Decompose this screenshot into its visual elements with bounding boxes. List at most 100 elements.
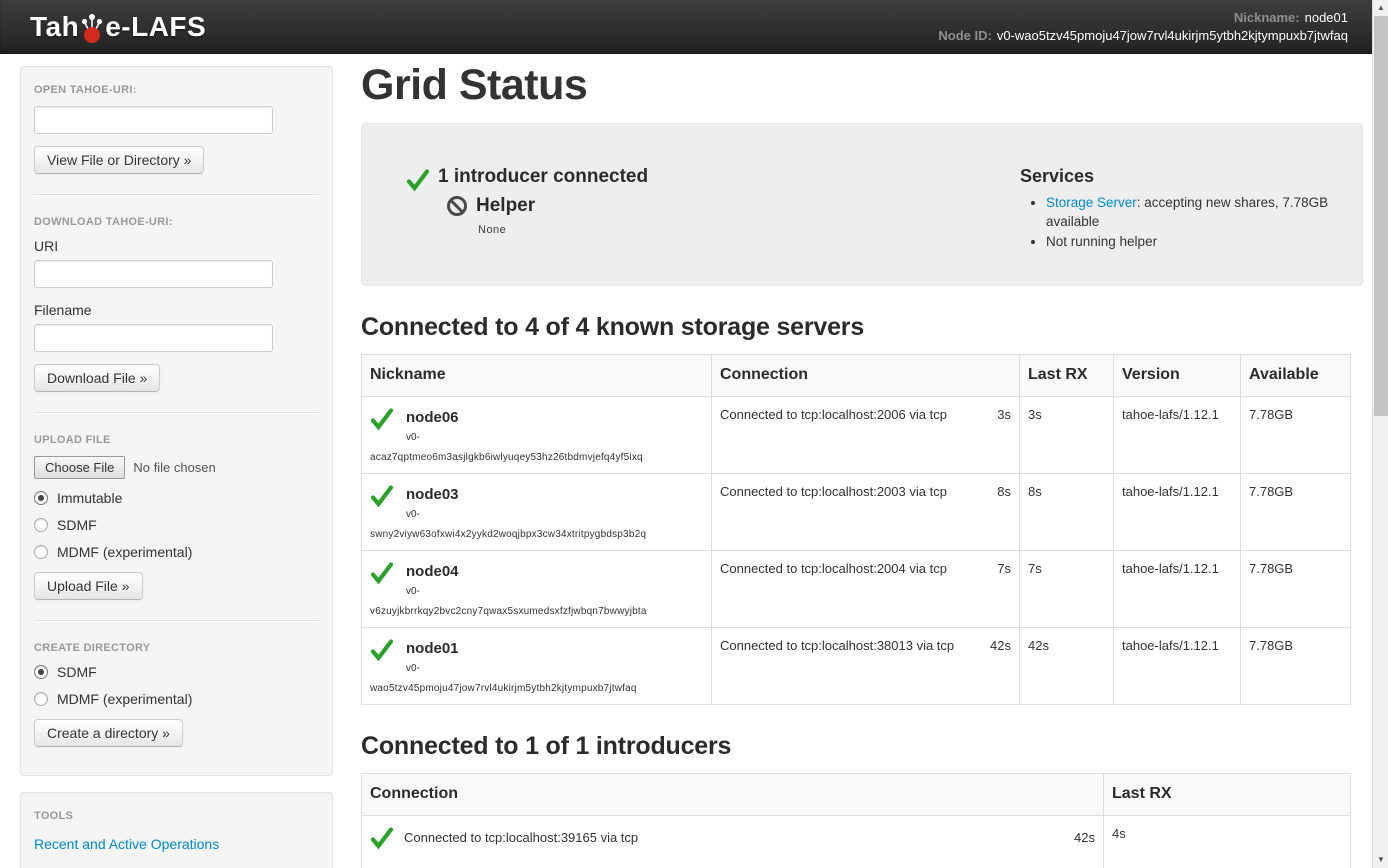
available-cell: 7.78GB (1241, 551, 1351, 628)
introducers-table: Connection Last RX Connected to tcp:loca… (361, 773, 1351, 868)
introducers-heading: Connected to 1 of 1 introducers (361, 732, 1363, 761)
upload-format-option-mdmf[interactable]: MDMF (experimental) (34, 544, 319, 560)
tahoe-lafs-page: Tah e-LAFS Nickname:node01 Node ID:v0-wa… (0, 0, 1388, 868)
download-file-button[interactable]: Download File » (34, 364, 160, 392)
last-rx-cell: 3s (1020, 397, 1114, 474)
services-title: Services (1020, 166, 1340, 187)
connection-text: Connected to tcp:localhost:2003 via tcp (720, 484, 947, 499)
node-id-prefix: v0- (406, 509, 703, 520)
scroll-up-arrow[interactable]: ▲ (1373, 0, 1388, 16)
radio-upload-mdmf[interactable] (34, 545, 48, 559)
helper-value: None (478, 224, 1020, 236)
col-header-connection: Connection (362, 774, 1104, 816)
table-row: Connected to tcp:localhost:39165 via tcp… (362, 816, 1351, 868)
top-header-bar: Tah e-LAFS Nickname:node01 Node ID:v0-wa… (0, 0, 1388, 54)
view-file-or-directory-button[interactable]: View File or Directory » (34, 146, 204, 174)
scroll-down-arrow[interactable]: ▼ (1373, 852, 1388, 868)
last-rx-cell: 42s (1020, 628, 1114, 705)
create-directory-button[interactable]: Create a directory » (34, 719, 183, 747)
radio-createdir-sdmf-label: SDMF (57, 664, 97, 680)
service-storage-item: Storage Server: accepting new shares, 7.… (1046, 193, 1340, 231)
radio-createdir-sdmf[interactable] (34, 665, 48, 679)
download-uri-input[interactable] (34, 260, 273, 288)
radio-createdir-mdmf[interactable] (34, 692, 48, 706)
node-id-value: v0-wao5tzv45pmoju47jow7rvl4ukirjm5ytbh2k… (997, 28, 1348, 43)
version-cell: tahoe-lafs/1.12.1 (1114, 628, 1241, 705)
vertical-scrollbar[interactable]: ▲ ▼ (1372, 0, 1388, 868)
radio-immutable[interactable] (34, 491, 48, 505)
storage-server-link[interactable]: Storage Server (1046, 195, 1137, 210)
logo-sprout-icon (80, 12, 104, 44)
connection-cell: Connected to tcp:localhost:2006 via tcp … (712, 397, 1020, 474)
connection-cell: Connected to tcp:localhost:2003 via tcp … (712, 474, 1020, 551)
col-header-last-rx: Last RX (1104, 774, 1351, 816)
services-list: Storage Server: accepting new shares, 7.… (1046, 193, 1340, 251)
grid-status-summary-panel: 1 introducer connected Helper None Servi… (361, 123, 1363, 286)
table-row: node06 v0- acaz7qptmeo6m3asjlgkb6iwlyuqe… (362, 397, 1351, 474)
nickname-cell: node03 v0- swny2viyw63ofxwi4x2yykd2woqjb… (362, 474, 712, 551)
choose-file-button[interactable]: Choose File (34, 456, 125, 479)
download-filename-input[interactable] (34, 324, 273, 352)
radio-immutable-label: Immutable (57, 490, 122, 506)
section-divider (34, 412, 319, 414)
node-nickname: node03 (406, 486, 459, 503)
col-header-version: Version (1114, 355, 1241, 397)
not-running-icon (447, 196, 467, 216)
uri-field-label: URI (34, 238, 319, 254)
create-directory-section-label: CREATE DIRECTORY (34, 642, 319, 654)
sidebar-forms-panel: OPEN TAHOE-URI: View File or Directory »… (20, 66, 333, 776)
tahoe-lafs-logo: Tah e-LAFS (30, 11, 206, 43)
upload-format-option-sdmf[interactable]: SDMF (34, 517, 319, 533)
open-uri-section-label: OPEN TAHOE-URI: (34, 84, 319, 96)
version-cell: tahoe-lafs/1.12.1 (1114, 551, 1241, 628)
open-uri-input[interactable] (34, 106, 273, 134)
tools-section-label: TOOLS (34, 810, 319, 822)
create-dir-option-mdmf[interactable]: MDMF (experimental) (34, 691, 319, 707)
helper-title: Helper (476, 195, 535, 217)
nickname-row: Nickname: node01 (938, 9, 1348, 27)
upload-file-button[interactable]: Upload File » (34, 572, 143, 600)
filename-field-label: Filename (34, 302, 319, 318)
check-icon (370, 561, 394, 585)
upload-file-section-label: UPLOAD FILE (34, 434, 319, 446)
nickname-label: Nickname: (1234, 10, 1300, 25)
recent-operations-link[interactable]: Recent and Active Operations (34, 836, 219, 852)
radio-upload-sdmf-label: SDMF (57, 517, 97, 533)
last-rx-cell: 7s (1020, 551, 1114, 628)
nickname-cell: node04 v0- v6zuyjkbrrkqy2bvc2cny7qwax5sx… (362, 551, 712, 628)
services-block: Services Storage Server: accepting new s… (1020, 166, 1342, 285)
radio-createdir-mdmf-label: MDMF (experimental) (57, 691, 192, 707)
introducer-table-header-row: Connection Last RX (362, 774, 1351, 816)
introducer-status-line: 1 introducer connected (406, 166, 1020, 192)
col-header-nickname: Nickname (362, 355, 712, 397)
helper-status-block: Helper None (447, 195, 1020, 236)
last-rx-cell: 4s (1104, 816, 1351, 868)
node-nickname: node04 (406, 563, 459, 580)
upload-format-option-immutable[interactable]: Immutable (34, 490, 319, 506)
connection-age: 42s (990, 638, 1011, 653)
storage-servers-table: Nickname Connection Last RX Version Avai… (361, 354, 1351, 705)
nickname-cell: node06 v0- acaz7qptmeo6m3asjlgkb6iwlyuqe… (362, 397, 712, 474)
available-cell: 7.78GB (1241, 474, 1351, 551)
node-id-body: swny2viyw63ofxwi4x2yykd2woqjbpx3cw34xtri… (370, 529, 703, 540)
logo-text-prefix: Tah (30, 11, 79, 43)
nickname-cell: node01 v0- wao5tzv45pmoju47jow7rvl4ukirj… (362, 628, 712, 705)
nickname-value: node01 (1305, 10, 1348, 25)
check-icon (370, 826, 394, 850)
last-rx-cell: 8s (1020, 474, 1114, 551)
create-dir-option-sdmf[interactable]: SDMF (34, 664, 319, 680)
node-id-prefix: v0- (406, 586, 703, 597)
node-meta: Nickname:node01 Node ID:v0-wao5tzv45pmoj… (938, 9, 1348, 45)
node-nickname: node06 (406, 409, 459, 426)
radio-upload-sdmf[interactable] (34, 518, 48, 532)
storage-servers-heading: Connected to 4 of 4 known storage server… (361, 313, 1363, 342)
col-header-available: Available (1241, 355, 1351, 397)
connection-cell: Connected to tcp:localhost:38013 via tcp… (712, 628, 1020, 705)
section-divider (34, 620, 319, 622)
node-nickname: node01 (406, 640, 459, 657)
available-cell: 7.78GB (1241, 397, 1351, 474)
sidebar: OPEN TAHOE-URI: View File or Directory »… (20, 66, 333, 868)
file-picker: Choose File No file chosen (34, 456, 319, 479)
scrollbar-thumb[interactable] (1374, 16, 1388, 416)
file-chosen-status: No file chosen (133, 460, 215, 475)
